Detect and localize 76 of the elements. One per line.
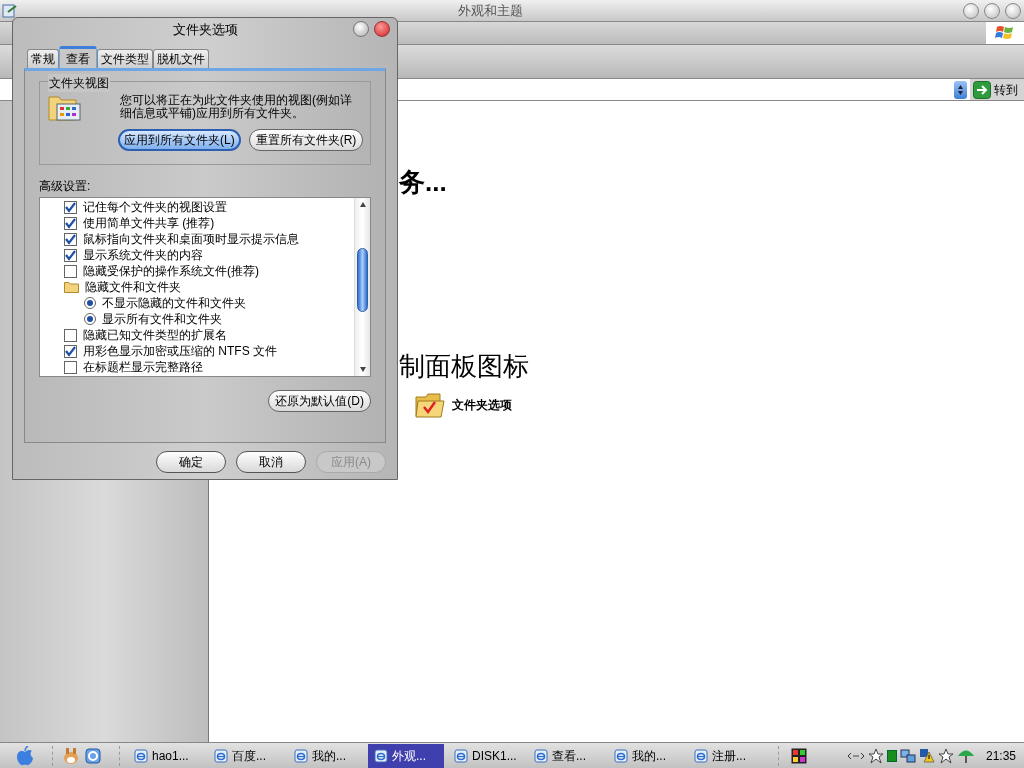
tab[interactable]: 查看 bbox=[59, 46, 97, 68]
option-label: 显示系统文件夹的内容 bbox=[83, 247, 203, 264]
maximize-button[interactable] bbox=[984, 2, 1000, 19]
taskbar-button[interactable]: hao1... bbox=[128, 743, 204, 768]
option-label: 显示所有文件和文件夹 bbox=[102, 311, 222, 328]
radio-button[interactable] bbox=[84, 297, 96, 309]
restore-defaults-button[interactable]: 还原为默认值(D) bbox=[268, 390, 371, 412]
checkbox[interactable] bbox=[64, 264, 77, 278]
folder-icon bbox=[64, 281, 79, 293]
checkbox[interactable] bbox=[64, 200, 77, 214]
option-label: 在标题栏显示完整路径 bbox=[83, 359, 203, 376]
advanced-settings-label: 高级设置: bbox=[39, 178, 92, 195]
option-label: 隐藏受保护的操作系统文件(推荐) bbox=[83, 263, 259, 280]
radio-button[interactable] bbox=[84, 313, 96, 325]
browser-page-icon bbox=[694, 748, 708, 763]
cartoon-rabbit-icon[interactable] bbox=[63, 746, 79, 765]
taskbar-button[interactable]: 我的... bbox=[608, 743, 684, 768]
folder-options-link[interactable]: 文件夹选项 bbox=[414, 391, 512, 419]
option-label: 隐藏已知文件类型的扩展名 bbox=[83, 327, 227, 344]
option-label: 记住每个文件夹的视图设置 bbox=[83, 199, 227, 216]
clock: 21:35 bbox=[985, 747, 1016, 765]
help-button[interactable] bbox=[353, 21, 369, 37]
tab[interactable]: 脱机文件 bbox=[153, 49, 209, 68]
checkbox[interactable] bbox=[64, 344, 77, 358]
apple-logo-icon[interactable] bbox=[16, 745, 34, 766]
star-icon[interactable] bbox=[867, 747, 884, 764]
option-label: 使用简单文件共享 (推荐) bbox=[83, 215, 215, 232]
checkbox[interactable] bbox=[64, 360, 77, 374]
reset-all-folders-button[interactable]: 重置所有文件夹(R) bbox=[248, 129, 364, 151]
taskbar-button[interactable]: 百度... bbox=[208, 743, 284, 768]
section-heading: 制面板图标 bbox=[399, 350, 529, 383]
cancel-button[interactable]: 取消 bbox=[236, 451, 306, 473]
folder-check-icon bbox=[414, 391, 446, 419]
checkbox[interactable] bbox=[64, 328, 77, 342]
browser-page-icon bbox=[534, 748, 548, 763]
browser-page-icon bbox=[454, 748, 468, 763]
checkbox[interactable] bbox=[64, 248, 77, 262]
window-title: 外观和主题 bbox=[458, 1, 523, 20]
group-label: 隐藏文件和文件夹 bbox=[85, 279, 181, 296]
tray-square-icon[interactable] bbox=[886, 749, 897, 762]
option-label: 鼠标指向文件夹和桌面项时显示提示信息 bbox=[83, 231, 299, 248]
minimize-button[interactable] bbox=[963, 2, 979, 19]
warning-icon[interactable] bbox=[918, 747, 935, 764]
taskbar-button[interactable]: 注册... bbox=[688, 743, 764, 768]
app-icon bbox=[2, 3, 18, 19]
browser-page-icon bbox=[214, 748, 228, 763]
apply-to-all-folders-button[interactable]: 应用到所有文件夹(L) bbox=[118, 129, 241, 151]
browser-page-icon bbox=[134, 748, 148, 763]
tab[interactable]: 文件类型 bbox=[97, 49, 153, 68]
taskbar-button[interactable]: 查看... bbox=[528, 743, 604, 768]
scrollbar[interactable] bbox=[354, 198, 370, 376]
ok-button[interactable]: 确定 bbox=[156, 451, 226, 473]
browser-page-icon bbox=[614, 748, 628, 763]
network-computers-icon[interactable] bbox=[899, 747, 916, 764]
close-button[interactable] bbox=[374, 21, 390, 37]
section-heading: 务... bbox=[399, 166, 447, 199]
group-legend: 文件夹视图 bbox=[48, 74, 110, 92]
dialog-title: 文件夹选项 bbox=[172, 21, 238, 40]
checkbox[interactable] bbox=[64, 216, 77, 230]
option-label: 用彩色显示加密或压缩的 NTFS 文件 bbox=[83, 343, 277, 360]
folder-views-description: 您可以将正在为此文件夹使用的视图(例如详细信息或平铺)应用到所有文件夹。 bbox=[120, 94, 353, 122]
checkbox[interactable] bbox=[64, 232, 77, 246]
browser-page-icon bbox=[294, 748, 308, 763]
option-label: 不显示隐藏的文件和文件夹 bbox=[102, 295, 246, 312]
taskbar-button[interactable]: DISK1... bbox=[448, 743, 524, 768]
msn-icon[interactable] bbox=[791, 747, 807, 764]
star-icon[interactable] bbox=[937, 747, 954, 764]
taskbar-button[interactable]: 外观... bbox=[368, 743, 444, 768]
go-button[interactable]: 转到 bbox=[970, 79, 1024, 100]
browser-page-icon bbox=[374, 748, 388, 763]
browser-icon[interactable] bbox=[85, 747, 101, 764]
taskbar-button[interactable]: 我的... bbox=[288, 743, 364, 768]
tab[interactable]: 常规 bbox=[27, 49, 59, 68]
scrollbar-thumb[interactable] bbox=[357, 248, 368, 312]
windows-logo-icon bbox=[995, 24, 1015, 42]
close-button[interactable] bbox=[1005, 2, 1021, 19]
